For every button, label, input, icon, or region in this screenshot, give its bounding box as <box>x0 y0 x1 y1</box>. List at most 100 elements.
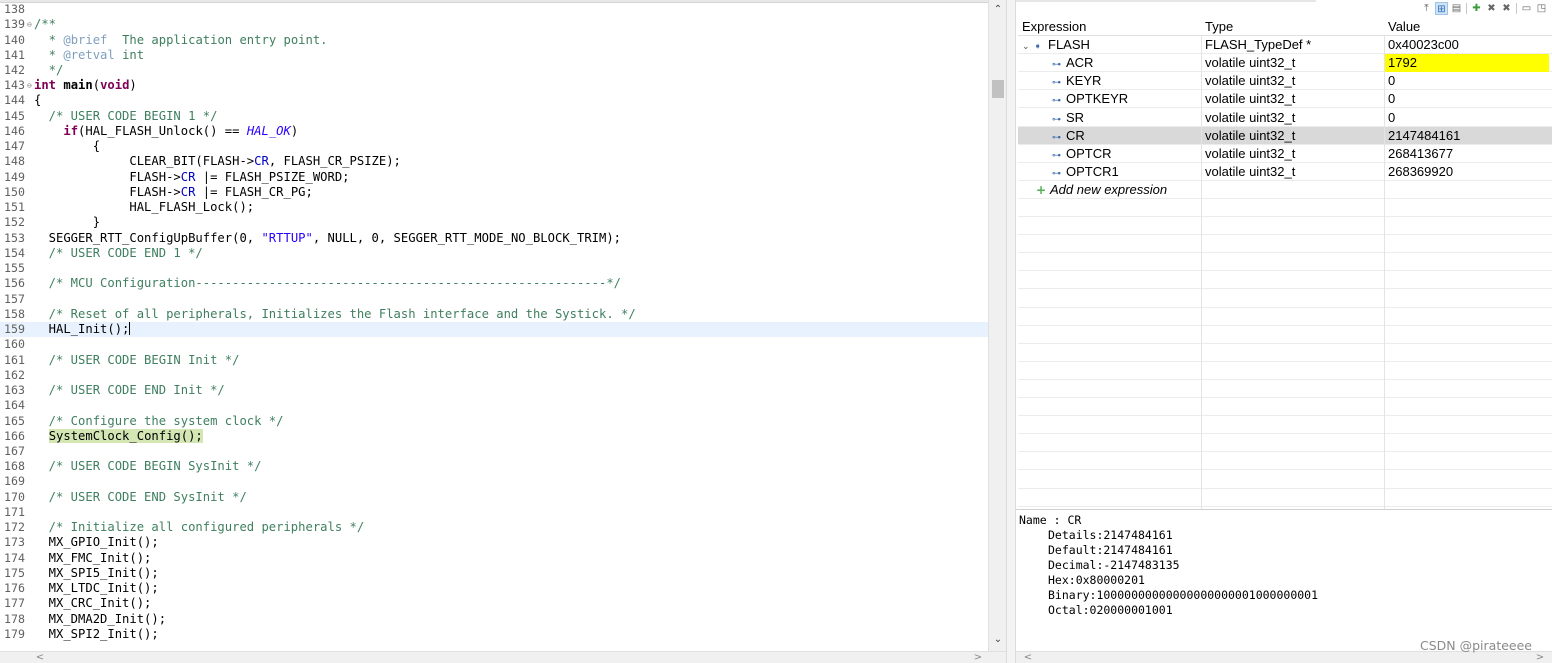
expressions-table[interactable]: Expression Type Value ⌄ ➧ FLASH FLASH_TypeD… <box>1018 18 1552 509</box>
code-line[interactable]: 157 <box>0 292 988 307</box>
code-text[interactable]: /* USER CODE END Init */ <box>34 383 225 398</box>
expression-row[interactable]: ⊶ ACR volatile uint32_t 1792 <box>1018 54 1552 73</box>
remove-all-icon[interactable]: ✖ <box>1500 2 1513 15</box>
expression-value-cell[interactable]: 268413677 <box>1388 145 1552 163</box>
code-line[interactable]: 144 { <box>0 93 988 108</box>
column-header-type[interactable]: Type <box>1205 18 1381 36</box>
expression-name-cell[interactable]: ⊶ CR <box>1022 127 1198 145</box>
code-text[interactable]: */ <box>34 63 64 78</box>
expression-row[interactable]: ⊶ OPTCR1 volatile uint32_t 268369920 <box>1018 163 1552 181</box>
expression-row[interactable]: ⊶ KEYR volatile uint32_t 0 <box>1018 72 1552 91</box>
code-line[interactable]: 152 } <box>0 215 988 230</box>
code-line[interactable]: 142 */ <box>0 63 988 78</box>
code-text[interactable]: /* Initialize all configured peripherals… <box>34 520 365 535</box>
expression-name-cell[interactable]: ⊶ KEYR <box>1022 72 1198 90</box>
code-line[interactable]: 159 HAL_Init(); <box>0 322 988 337</box>
code-editor[interactable]: 138 139 ⊖/** 140 * @brief The application e… <box>0 0 988 651</box>
code-line[interactable]: 149 FLASH->CR |= FLASH_PSIZE_WORD; <box>0 170 988 185</box>
code-text[interactable]: /* Reset of all peripherals, Initializes… <box>34 307 636 322</box>
code-text[interactable]: /* USER CODE END 1 */ <box>34 246 203 261</box>
expression-row[interactable]: ⊶ CR volatile uint32_t 2147484161 <box>1018 126 1552 145</box>
code-line[interactable]: 148 CLEAR_BIT(FLASH->CR, FLASH_CR_PSIZE)… <box>0 154 988 169</box>
code-line[interactable]: 154 /* USER CODE END 1 */ <box>0 246 988 261</box>
code-line[interactable]: 174 MX_FMC_Init(); <box>0 551 988 566</box>
code-line[interactable]: 158 /* Reset of all peripherals, Initial… <box>0 307 988 322</box>
expression-name-cell[interactable]: ⊶ SR <box>1022 109 1198 127</box>
code-line[interactable]: 176 MX_LTDC_Init(); <box>0 581 988 596</box>
expression-row[interactable]: ⊶ OPTKEYR volatile uint32_t 0 <box>1018 90 1552 109</box>
code-line[interactable]: 151 HAL_FLASH_Lock(); <box>0 200 988 215</box>
code-text[interactable]: SystemClock_Config(); <box>34 428 203 444</box>
scroll-left-arrow-icon[interactable]: < <box>1020 652 1036 663</box>
code-line[interactable]: 170 /* USER CODE END SysInit */ <box>0 490 988 505</box>
scroll-right-arrow-icon[interactable]: > <box>970 652 986 663</box>
code-text[interactable]: FLASH->CR |= FLASH_PSIZE_WORD; <box>34 170 349 185</box>
code-line[interactable]: 169 <box>0 474 988 489</box>
fold-toggle-icon[interactable]: ⊖ <box>27 78 32 93</box>
code-line[interactable]: 171 <box>0 505 988 520</box>
scroll-right-arrow-icon[interactable]: > <box>1532 652 1548 663</box>
code-line[interactable]: 162 <box>0 368 988 383</box>
code-line[interactable]: 165 /* Configure the system clock */ <box>0 414 988 429</box>
code-text[interactable]: } <box>34 215 100 230</box>
code-line[interactable]: 141 * @retval int <box>0 48 988 63</box>
expression-row[interactable]: ⊶ OPTCR volatile uint32_t 268413677 <box>1018 145 1552 163</box>
code-text[interactable]: FLASH->CR |= FLASH_CR_PG; <box>34 185 312 200</box>
maximize-icon[interactable]: ◳ <box>1535 2 1548 15</box>
code-text[interactable]: /* USER CODE END SysInit */ <box>34 490 247 505</box>
expression-row[interactable]: ⌄ ➧ FLASH FLASH_TypeDef * 0x40023c00 <box>1018 36 1552 55</box>
code-text[interactable]: /** <box>34 17 56 32</box>
code-line[interactable]: 143 ⊖ int main(void) <box>0 78 988 93</box>
remove-icon[interactable]: ✖ <box>1485 2 1498 15</box>
code-text[interactable]: HAL_Init(); <box>34 322 131 337</box>
code-text[interactable]: SEGGER_RTT_ConfigUpBuffer(0, "RTTUP", NU… <box>34 231 621 246</box>
expression-name-cell[interactable]: ⊶ OPTCR <box>1022 145 1198 163</box>
code-line[interactable]: 175 MX_SPI5_Init(); <box>0 566 988 581</box>
expression-value-cell[interactable]: 0 <box>1388 72 1552 90</box>
expression-value-cell[interactable]: 1792 <box>1385 54 1549 73</box>
column-divider[interactable] <box>1384 36 1385 509</box>
code-line[interactable]: 166 SystemClock_Config(); <box>0 428 988 444</box>
code-line[interactable]: 147 { <box>0 139 988 154</box>
add-icon[interactable]: + <box>1036 181 1050 199</box>
code-text[interactable]: CLEAR_BIT(FLASH->CR, FLASH_CR_PSIZE); <box>34 154 401 169</box>
code-line[interactable]: 156 /* MCU Configuration----------------… <box>0 276 988 291</box>
expression-value-cell[interactable]: 268369920 <box>1388 163 1552 181</box>
code-line[interactable]: 150 FLASH->CR |= FLASH_CR_PG; <box>0 185 988 200</box>
scroll-down-arrow-icon[interactable]: ⌄ <box>989 632 1007 648</box>
code-text[interactable]: MX_CRC_Init(); <box>34 596 152 611</box>
fold-toggle-icon[interactable]: ⊖ <box>27 17 32 32</box>
collapse-all-icon[interactable]: ⤒ <box>1420 2 1433 15</box>
code-text[interactable]: MX_DMA2D_Init(); <box>34 612 166 627</box>
code-text[interactable]: * @brief The application entry point. <box>34 33 328 48</box>
code-line[interactable]: 179 MX_SPI2_Init(); <box>0 627 988 642</box>
show-type-names-icon[interactable]: ⊞ <box>1435 2 1448 15</box>
code-line[interactable]: 160 <box>0 337 988 352</box>
column-header-value[interactable]: Value <box>1388 18 1552 36</box>
minimize-icon[interactable]: ▭ <box>1520 2 1533 15</box>
code-line[interactable]: 140 * @brief The application entry point… <box>0 33 988 48</box>
code-line[interactable]: 177 MX_CRC_Init(); <box>0 596 988 611</box>
panel-splitter[interactable] <box>1006 0 1016 663</box>
code-text[interactable]: MX_LTDC_Init(); <box>34 581 159 596</box>
code-line[interactable]: 164 <box>0 398 988 413</box>
code-line[interactable]: 161 /* USER CODE BEGIN Init */ <box>0 353 988 368</box>
code-line[interactable]: 155 <box>0 261 988 276</box>
expression-value-cell[interactable]: 2147484161 <box>1388 127 1552 145</box>
code-line[interactable]: 139 ⊖/** <box>0 17 988 32</box>
column-header-expression[interactable]: Expression <box>1022 18 1198 36</box>
code-line[interactable]: 163 /* USER CODE END Init */ <box>0 383 988 398</box>
code-text[interactable]: MX_SPI5_Init(); <box>34 566 159 581</box>
expression-name-cell[interactable]: ⌄ ➧ FLASH <box>1022 36 1198 54</box>
code-line[interactable]: 153 SEGGER_RTT_ConfigUpBuffer(0, "RTTUP"… <box>0 231 988 246</box>
expression-name-cell[interactable]: ⊶ OPTCR1 <box>1022 163 1198 181</box>
code-text[interactable]: if(HAL_FLASH_Unlock() == HAL_OK) <box>34 124 298 139</box>
details-pane[interactable]: Name : CR Details:2147484161 Default:214… <box>1016 509 1552 651</box>
expression-name-cell[interactable]: ⊶ OPTKEYR <box>1022 90 1198 108</box>
code-line[interactable]: 168 /* USER CODE BEGIN SysInit */ <box>0 459 988 474</box>
layout-icon[interactable]: ▤ <box>1450 2 1463 15</box>
code-line[interactable]: 173 MX_GPIO_Init(); <box>0 535 988 550</box>
add-new-expression-row[interactable]: + Add new expression <box>1018 181 1552 199</box>
code-text[interactable]: /* MCU Configuration--------------------… <box>34 276 621 291</box>
code-line[interactable]: 167 <box>0 444 988 459</box>
